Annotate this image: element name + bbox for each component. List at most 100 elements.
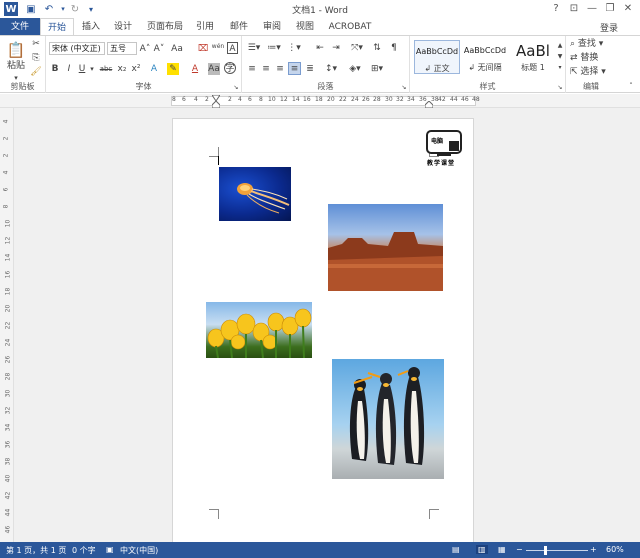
proofing-icon[interactable]: ▣	[106, 545, 114, 554]
format-painter-icon[interactable]: 🖌	[30, 66, 42, 78]
zoom-in-icon[interactable]: +	[590, 545, 597, 554]
styles-dialog-launcher-icon[interactable]: ↘	[557, 85, 563, 91]
tab-insert[interactable]: 插入	[78, 18, 104, 36]
vertical-ruler[interactable]: 4 2 2 4 6 8 10 12 14 16 18 20 22 24 26 28 30 32 34 36 38 40 42…	[0, 108, 14, 542]
tab-page-layout[interactable]: 页面布局	[142, 18, 188, 36]
tab-view[interactable]: 视图	[292, 18, 318, 36]
show-formatting-marks-icon[interactable]: ¶	[388, 42, 400, 54]
superscript-button[interactable]: x²	[130, 63, 142, 75]
phonetic-guide-icon[interactable]: wén	[211, 41, 225, 53]
style-no-spacing[interactable]: AaBbCcDd ↲ 无间隔	[462, 40, 508, 74]
web-layout-icon[interactable]: ▦	[498, 545, 506, 554]
vertical-ruler-number: 32	[4, 406, 12, 415]
horizontal-ruler[interactable]: 8 6 4 2 2 4 6 8 10 12 14 16 18 20 22 24 26 28 30 32 34 36 38 42…	[0, 94, 640, 109]
tab-file[interactable]: 文件	[0, 18, 40, 36]
numbering-icon[interactable]: ≔▾	[266, 42, 282, 54]
subscript-button[interactable]: x₂	[116, 63, 128, 75]
penguins-image[interactable]	[332, 359, 444, 479]
tab-home[interactable]: 开始	[40, 18, 74, 36]
style-normal[interactable]: AaBbCcDd ↲ 正文	[414, 40, 460, 74]
collapse-ribbon-icon[interactable]: ˄	[626, 80, 636, 92]
character-border-icon[interactable]: A	[227, 42, 238, 54]
zoom-out-icon[interactable]: −	[516, 545, 523, 554]
zoom-slider-thumb[interactable]	[544, 546, 547, 555]
ruler-number: 2	[228, 96, 232, 103]
help-button[interactable]: ?	[548, 1, 564, 16]
font-name-combo[interactable]: 宋体 (中文正)	[49, 42, 105, 55]
clipboard-group-label: 剪贴板	[10, 82, 35, 91]
ruler-number: 10	[268, 96, 276, 103]
paragraph-dialog-launcher-icon[interactable]: ↘	[401, 85, 407, 91]
chinese-layout-icon[interactable]: ⤧▾	[348, 42, 366, 54]
paste-icon[interactable]: 📋	[6, 40, 26, 60]
document-workspace[interactable]: 电脑 教学课堂	[14, 108, 640, 542]
restore-button[interactable]: ❐	[602, 1, 618, 16]
align-center-icon[interactable]: ≡	[260, 63, 272, 75]
underline-button[interactable]: U	[77, 63, 87, 75]
vertical-ruler-number: 2	[2, 136, 10, 141]
select-button[interactable]: ⇱ 选择 ▾	[570, 66, 614, 78]
shrink-font-icon[interactable]: A˅	[153, 43, 165, 55]
copy-icon[interactable]: ⎘	[30, 52, 42, 64]
jellyfish-image[interactable]	[219, 167, 291, 221]
enclose-characters-icon[interactable]: 字	[224, 62, 236, 74]
strikethrough-button[interactable]: abc	[98, 63, 114, 75]
increase-indent-icon[interactable]: ⇥	[330, 42, 342, 54]
italic-button[interactable]: I	[64, 63, 74, 75]
replace-label: 替换	[580, 53, 599, 63]
line-spacing-icon[interactable]: ↕▾	[322, 63, 340, 75]
distributed-icon[interactable]: ≣	[304, 63, 316, 75]
decrease-indent-icon[interactable]: ⇤	[314, 42, 326, 54]
font-color-icon[interactable]: A	[189, 63, 201, 75]
borders-icon[interactable]: ⊞▾	[368, 63, 386, 75]
select-label: 选择	[580, 67, 599, 77]
read-mode-icon[interactable]: ▤	[452, 545, 460, 554]
minimize-button[interactable]: —	[584, 1, 600, 16]
language-status[interactable]: 中文(中国)	[120, 545, 158, 556]
tab-acrobat[interactable]: ACROBAT	[326, 18, 374, 36]
bold-button[interactable]: B	[50, 63, 60, 75]
zoom-slider[interactable]	[526, 550, 588, 551]
hanging-indent-marker[interactable]	[211, 100, 221, 109]
change-case-icon[interactable]: Aa	[170, 43, 184, 55]
paste-button[interactable]: 粘贴	[4, 60, 28, 72]
find-button[interactable]: ⌕ 查找 ▾	[570, 38, 610, 50]
tulips-image[interactable]	[206, 302, 312, 358]
grow-font-icon[interactable]: A˄	[139, 43, 151, 55]
tab-design[interactable]: 设计	[110, 18, 136, 36]
desert-image[interactable]	[328, 204, 443, 291]
style-heading-1[interactable]: AaBl 标题 1	[510, 40, 556, 74]
shading-icon[interactable]: ◈▾	[346, 63, 364, 75]
first-line-indent-marker[interactable]	[211, 94, 221, 102]
styles-more-icon[interactable]: ▾	[556, 62, 564, 74]
tab-references[interactable]: 引用	[192, 18, 218, 36]
justify-icon[interactable]: ≡	[288, 62, 301, 75]
bullets-icon[interactable]: ☰▾	[246, 42, 262, 54]
tab-review[interactable]: 审阅	[259, 18, 285, 36]
font-dialog-launcher-icon[interactable]: ↘	[233, 85, 239, 91]
zoom-level[interactable]: 60%	[606, 545, 624, 554]
ribbon-display-options-icon[interactable]: ⊡	[566, 1, 582, 16]
align-left-icon[interactable]: ≡	[246, 63, 258, 75]
right-indent-marker[interactable]	[424, 100, 434, 109]
page-count-status[interactable]: 第 1 页，共 1 页	[6, 545, 66, 556]
text-effects-icon[interactable]: A	[148, 63, 160, 75]
close-button[interactable]: ✕	[620, 1, 636, 16]
print-layout-icon[interactable]: ▥	[476, 545, 488, 554]
ruler-number: 46	[461, 96, 469, 103]
cut-icon[interactable]: ✂	[30, 38, 42, 50]
multilevel-list-icon[interactable]: ⋮▾	[286, 42, 302, 54]
font-size-combo[interactable]: 五号	[107, 42, 137, 55]
underline-dropdown-icon[interactable]: ▾	[89, 63, 95, 75]
highlight-color-icon[interactable]: ✎	[167, 63, 179, 75]
replace-button[interactable]: ⇄ 替换	[570, 52, 610, 64]
sign-in-link[interactable]: 登录	[600, 21, 618, 34]
clear-formatting-icon[interactable]: ⌧	[197, 43, 209, 55]
tab-mailings[interactable]: 邮件	[226, 18, 252, 36]
word-count-status[interactable]: 0 个字	[72, 545, 96, 556]
sort-icon[interactable]: ⇅	[370, 42, 384, 54]
character-shading-icon[interactable]: Aa	[208, 63, 220, 75]
document-page[interactable]: 电脑 教学课堂	[172, 118, 474, 542]
style-no-spacing-name: ↲ 无间隔	[468, 63, 502, 72]
align-right-icon[interactable]: ≡	[274, 63, 286, 75]
